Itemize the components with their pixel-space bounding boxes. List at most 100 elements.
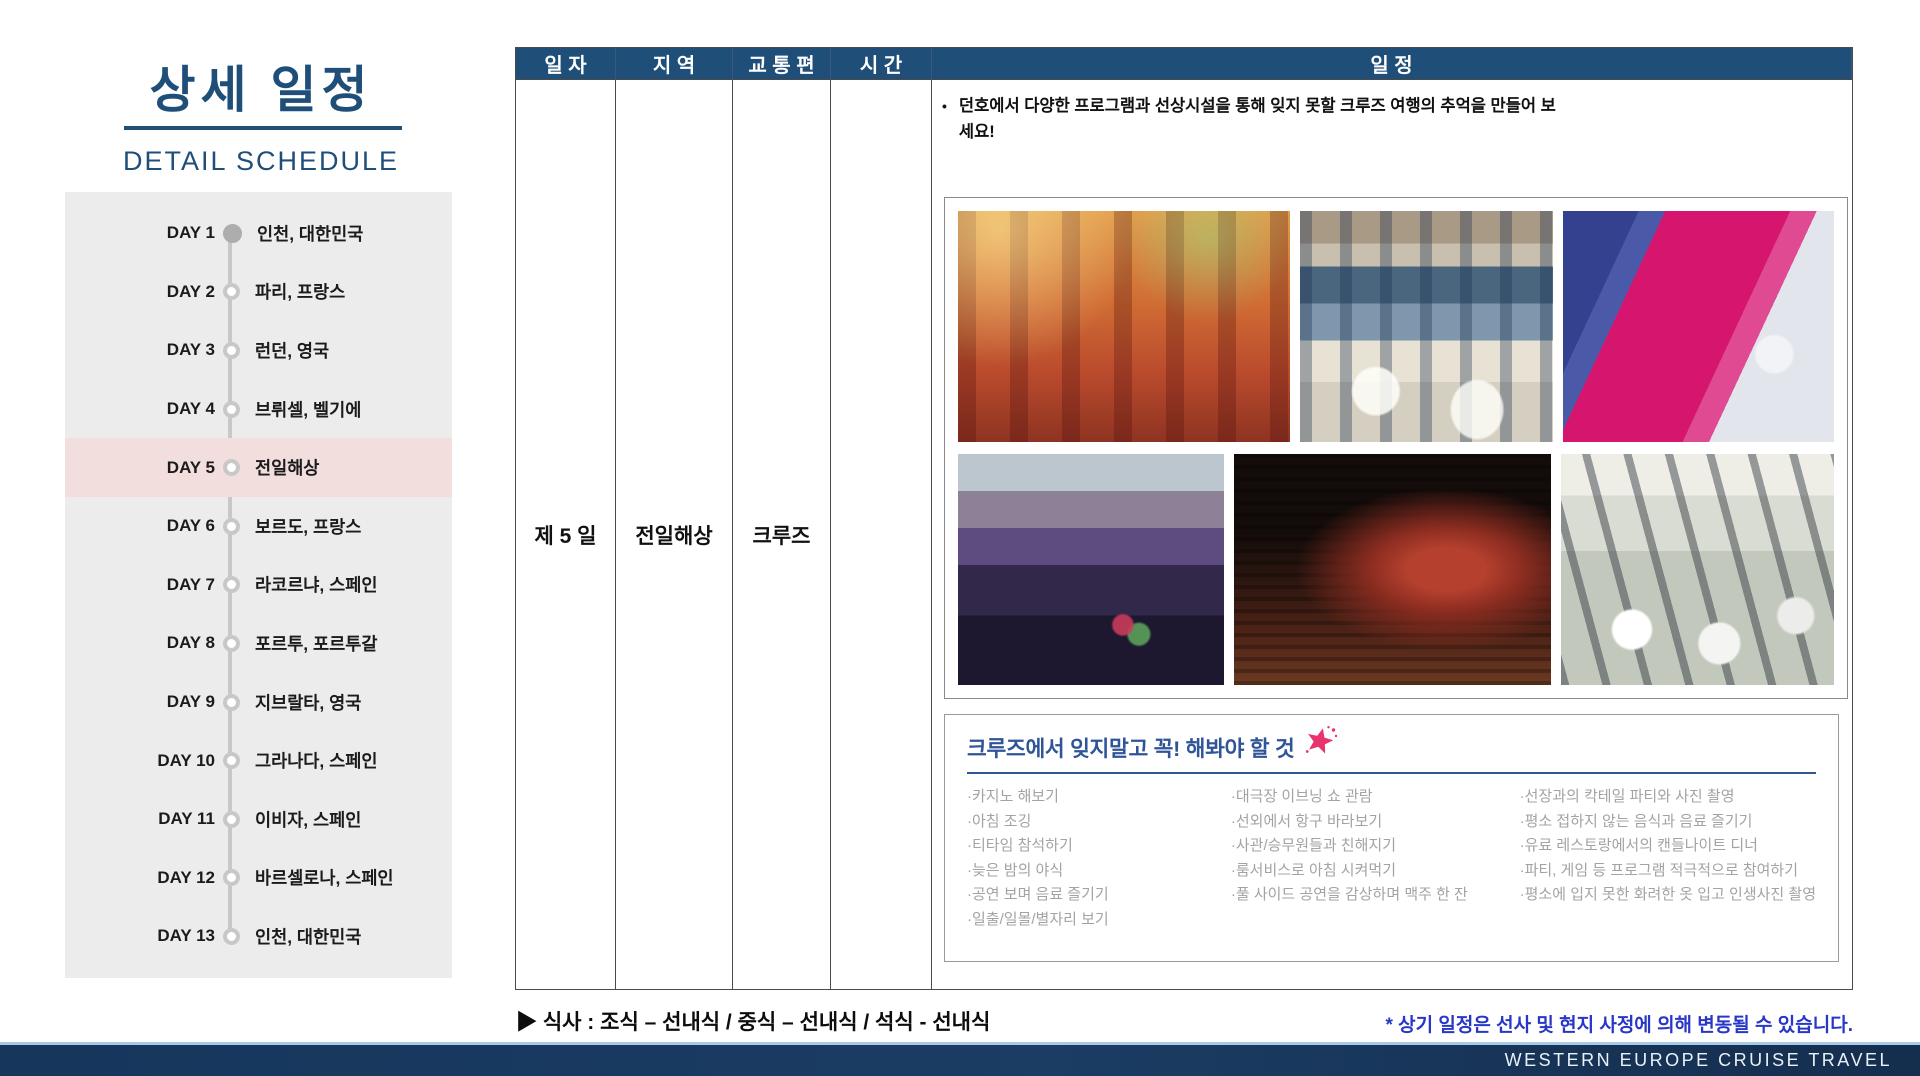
casino-photo <box>958 454 1225 685</box>
cruise-intro: • 던호에서 다양한 프로그램과 선상시설을 통해 잊지 못할 크루즈 여행의 … <box>942 94 1559 145</box>
timeline-day-9: DAY 9 지브랄타, 영국 <box>65 673 452 732</box>
mustdo-item: ·평소에 입지 못한 화려한 옷 입고 인생사진 촬영 <box>1519 886 1816 903</box>
timeline-day-6: DAY 6 보르도, 프랑스 <box>65 497 452 556</box>
day-location: 이비자, 스페인 <box>255 809 362 830</box>
mustdo-item: ·대극장 이브닝 쇼 관람 <box>1230 788 1373 805</box>
timeline-day-2: DAY 2 파리, 프랑스 <box>65 263 452 322</box>
day-label: DAY 9 <box>166 692 215 712</box>
timeline-day-10: DAY 10 그라나다, 스페인 <box>65 731 452 790</box>
mustdo-box: 크루즈에서 잊지말고 꼭! 해봐야 할 것 ·카지노 해보기 ·아침 조깅 ·티… <box>944 714 1839 962</box>
timeline-day-7: DAY 7 라코르냐, 스페인 <box>65 556 452 615</box>
timeline-dot <box>223 752 240 770</box>
page-title: 상세 일정 <box>149 62 373 118</box>
mustdo-item: ·유료 레스토랑에서의 캔들나이트 디너 <box>1519 837 1758 854</box>
mustdo-title: 크루즈에서 잊지말고 꼭! 해봐야 할 것 <box>967 736 1295 761</box>
timeline-day-5-active: DAY 5 전일해상 <box>65 438 452 497</box>
meal-info: ▶ 식사 : 조식 – 선내식 / 중식 – 선내식 / 석식 - 선내식 <box>516 1011 991 1034</box>
timeline-day-13: DAY 13 인천, 대한민국 <box>65 907 452 966</box>
timeline-dot <box>223 576 240 594</box>
restaurant-photo <box>1300 211 1554 442</box>
slide-canvas: 상세 일정 DETAIL SCHEDULE DAY 1 인천, 대한민국 DAY… <box>0 0 1920 1076</box>
mustdo-item: ·공연 보며 음료 즐기기 <box>967 886 1109 903</box>
schedule-table: 일 자 지 역 교 통 편 시 간 일 정 제 5 일 전일해상 크루즈 • 던… <box>515 47 1853 990</box>
timeline-day-1: DAY 1 인천, 대한민국 <box>65 204 452 263</box>
col-header-time: 시 간 <box>831 48 932 79</box>
day-location: 라코르냐, 스페인 <box>255 575 378 596</box>
day-label: DAY 1 <box>166 223 215 243</box>
day-location: 브뤼셀, 벨기에 <box>255 399 362 420</box>
mustdo-column-3: ·선장과의 칵테일 파티와 사진 촬영 ·평소 접하지 않는 음식과 음료 즐기… <box>1520 785 1816 932</box>
day-label: DAY 7 <box>166 574 215 594</box>
day-timeline-panel: DAY 1 인천, 대한민국 DAY 2 파리, 프랑스 DAY 3 런던, 영… <box>65 192 452 978</box>
timeline-dot <box>223 869 240 887</box>
cell-date: 제 5 일 <box>516 79 616 989</box>
mustdo-item: ·늦은 밤의 야식 <box>967 861 1064 879</box>
cell-transport: 크루즈 <box>733 79 831 989</box>
mustdo-item: ·파티, 게임 등 프로그램 적극적으로 참여하기 <box>1519 861 1799 879</box>
day-label: DAY 13 <box>157 926 215 946</box>
day-location: 런던, 영국 <box>255 340 330 361</box>
mustdo-header: 크루즈에서 잊지말고 꼭! 해봐야 할 것 <box>945 715 1838 763</box>
timeline-dot <box>223 634 240 652</box>
mustdo-item: ·카지노 해보기 <box>967 788 1059 805</box>
mustdo-item: ·아침 조깅 <box>967 812 1032 830</box>
mustdo-item: ·풀 사이드 공연을 감상하며 맥주 한 잔 <box>1230 886 1468 903</box>
timeline-dot <box>223 810 240 828</box>
day-label: DAY 3 <box>166 340 215 360</box>
mustdo-item: ·티타임 참석하기 <box>967 837 1073 854</box>
day-label: DAY 11 <box>158 809 215 829</box>
day-location: 보르도, 프랑스 <box>255 516 362 537</box>
timeline-day-8: DAY 8 포르투, 포르투갈 <box>65 614 452 673</box>
timeline-dot <box>223 693 240 711</box>
timeline-dot <box>223 341 240 359</box>
stage-show-photo <box>958 211 1291 442</box>
day-label: DAY 12 <box>157 867 215 887</box>
timeline-dot <box>223 517 240 535</box>
day-location: 그라나다, 스페인 <box>255 751 378 772</box>
timeline-dot <box>223 283 240 301</box>
timeline-day-12: DAY 12 바르셀로나, 스페인 <box>65 849 452 908</box>
timeline-dot-filled <box>223 223 242 243</box>
timeline-day-4: DAY 4 브뤼셀, 벨기에 <box>65 380 452 439</box>
mustdo-item: ·선장과의 칵테일 파티와 사진 촬영 <box>1519 788 1735 805</box>
day-label: DAY 6 <box>166 516 215 536</box>
col-header-region: 지 역 <box>616 48 733 79</box>
mustdo-item: ·선외에서 항구 바라보기 <box>1230 812 1383 830</box>
photo-row-1 <box>958 211 1834 442</box>
mustdo-item: ·일출/일몰/별자리 보기 <box>967 910 1109 928</box>
mustdo-underline <box>967 772 1816 774</box>
mustdo-columns: ·카지노 해보기 ·아침 조깅 ·티타임 참석하기 ·늦은 밤의 야식 ·공연 … <box>945 785 1838 932</box>
water-slide-photo <box>1563 211 1834 442</box>
day-location: 포르투, 포르투갈 <box>255 633 378 654</box>
day-location: 전일해상 <box>255 458 320 479</box>
day-location: 인천, 대한민국 <box>257 223 364 244</box>
star-icon <box>1304 725 1338 763</box>
day-label: DAY 2 <box>166 281 215 301</box>
mustdo-column-1: ·카지노 해보기 ·아침 조깅 ·티타임 참석하기 ·늦은 밤의 야식 ·공연 … <box>967 785 1231 932</box>
schedule-change-note: * 상기 일정은 선사 및 현지 사정에 의해 변동될 수 있습니다. <box>1385 1015 1853 1036</box>
day-label: DAY 10 <box>157 750 215 770</box>
timeline-dot <box>223 459 240 477</box>
mustdo-column-2: ·대극장 이브닝 쇼 관람 ·선외에서 항구 바라보기 ·사관/승무원들과 친해… <box>1231 785 1520 932</box>
col-header-transport: 교 통 편 <box>733 48 831 79</box>
theater-photo <box>1234 454 1551 685</box>
title-underline <box>124 126 402 130</box>
day-label: DAY 4 <box>166 399 215 419</box>
timeline-dot <box>223 927 240 945</box>
timeline-day-3: DAY 3 런던, 영국 <box>65 321 452 380</box>
cell-schedule-content: • 던호에서 다양한 프로그램과 선상시설을 통해 잊지 못할 크루즈 여행의 … <box>932 79 1852 989</box>
day-location: 지브랄타, 영국 <box>255 692 362 713</box>
bullet-icon: • <box>942 98 947 114</box>
timeline-day-11: DAY 11 이비자, 스페인 <box>65 790 452 849</box>
col-header-date: 일 자 <box>516 48 616 79</box>
photo-row-2 <box>958 454 1834 685</box>
col-header-schedule: 일 정 <box>932 48 1852 79</box>
timeline-dot <box>223 400 240 418</box>
photo-collage <box>944 197 1848 699</box>
gym-photo <box>1560 454 1834 685</box>
day-label: DAY 5 <box>166 457 215 477</box>
page-subtitle: DETAIL SCHEDULE <box>122 146 400 176</box>
mustdo-item: ·사관/승무원들과 친해지기 <box>1230 837 1396 854</box>
mustdo-item: ·룸서비스로 아침 시켜먹기 <box>1230 861 1396 879</box>
cruise-intro-text: 던호에서 다양한 프로그램과 선상시설을 통해 잊지 못할 크루즈 여행의 추억… <box>958 97 1556 141</box>
